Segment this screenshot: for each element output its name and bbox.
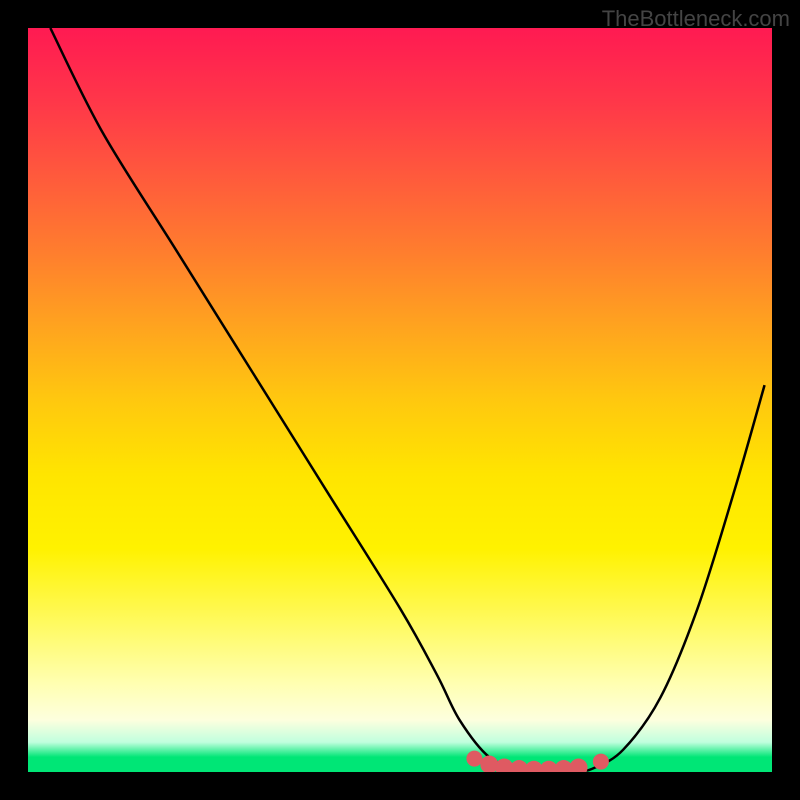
chart-container: TheBottleneck.com	[0, 0, 800, 800]
markers-svg	[28, 28, 772, 772]
watermark-label: TheBottleneck.com	[602, 6, 790, 32]
plot-area	[28, 28, 772, 772]
marker-dot	[466, 751, 482, 767]
marker-dot	[593, 754, 609, 770]
bottom-cluster-markers	[466, 751, 608, 772]
marker-dot	[570, 759, 588, 772]
